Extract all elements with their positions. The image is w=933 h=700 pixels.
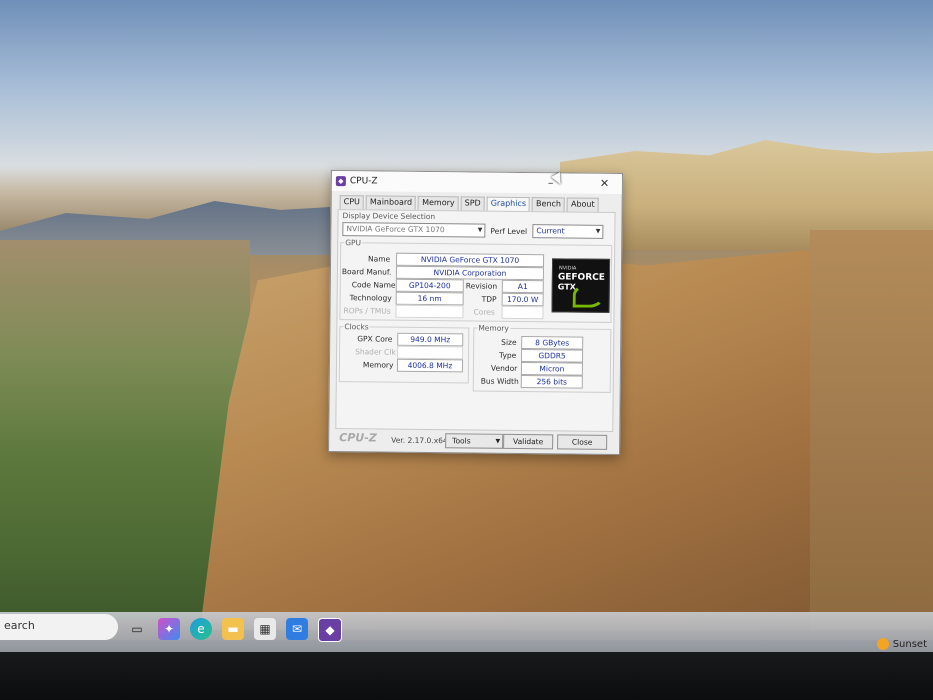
rops-tmus-value: [395, 304, 464, 319]
nvidia-geforce-gtx-logo: NVIDIA GEFORCE GTX: [551, 258, 611, 313]
rops-tmus-label: ROPs / TMUs: [343, 306, 391, 316]
tab-mainboard[interactable]: Mainboard: [365, 195, 417, 210]
tab-graphics[interactable]: Graphics: [486, 196, 531, 212]
edge-browser-icon[interactable]: e: [190, 618, 212, 640]
close-button[interactable]: Close: [557, 434, 608, 450]
chevron-down-icon: ▼: [477, 226, 483, 234]
sun-icon: [876, 638, 889, 650]
gpx-core-value: 949.0 MHz: [397, 332, 464, 347]
memory-section-label: Memory: [477, 323, 510, 333]
mem-vendor-value: Micron: [520, 362, 583, 376]
mail-icon[interactable]: ✉: [286, 618, 308, 640]
revision-label: Revision: [465, 281, 498, 291]
tab-bench[interactable]: Bench: [531, 197, 566, 212]
cpuz-window[interactable]: ◆ CPU-Z – ✕ CPU Mainboard Memory SPD Gra…: [328, 170, 623, 456]
tab-cpu[interactable]: CPU: [339, 195, 365, 210]
clock-memory-value: 4006.8 MHz: [396, 358, 464, 373]
mem-type-value: GDDR5: [520, 349, 584, 363]
shader-clk-value: [397, 345, 464, 360]
mem-type-label: Type: [499, 350, 517, 360]
board-manuf-label: Board Manuf.: [341, 267, 392, 277]
technology-label: Technology: [349, 293, 392, 303]
task-view-icon[interactable]: ▭: [126, 618, 148, 640]
graphics-panel: Display Device Selection NVIDIA GeForce …: [335, 209, 616, 432]
gpu-name-label: Name: [368, 254, 391, 264]
tdp-label: TDP: [481, 294, 497, 304]
window-title: CPU-Z: [349, 176, 378, 187]
chevron-down-icon: ▼: [495, 437, 501, 445]
taskbar-search[interactable]: earch: [0, 614, 118, 640]
validate-button[interactable]: Validate: [503, 433, 554, 450]
clocks-section-label: Clocks: [343, 322, 370, 332]
nvidia-swoosh-icon: [572, 283, 605, 308]
tab-about[interactable]: About: [566, 197, 599, 212]
weather-widget[interactable]: Sunset: [876, 638, 927, 650]
close-window-button[interactable]: ✕: [600, 177, 609, 190]
window-footer: CPU-Z Ver. 2.17.0.x64 Tools ▼ Validate Cl…: [335, 429, 611, 450]
store-icon[interactable]: ▦: [254, 618, 276, 640]
revision-value: A1: [501, 279, 544, 294]
shader-clk-label: Shader Clk: [355, 347, 396, 357]
display-device-label: Display Device Selection: [342, 211, 436, 222]
gpu-section-label: GPU: [344, 238, 363, 248]
tools-button[interactable]: Tools ▼: [445, 433, 504, 449]
technology-value: 16 nm: [395, 291, 464, 306]
version-text: Ver. 2.17.0.x64: [391, 435, 448, 446]
code-name-value: GP104-200: [395, 278, 464, 293]
mem-size-value: 8 GBytes: [521, 336, 584, 350]
cores-label: Cores: [473, 307, 495, 317]
wallpaper-bridge: [810, 230, 933, 630]
title-bar[interactable]: ◆ CPU-Z – ✕: [331, 171, 622, 195]
mem-size-label: Size: [501, 337, 517, 347]
taskbar: earch ▭ ✦ e ▬ ▦ ✉ ◆ Sunset: [0, 612, 933, 700]
cpuz-taskbar-icon[interactable]: ◆: [318, 618, 342, 642]
cores-value: [501, 305, 544, 320]
mem-vendor-label: Vendor: [490, 363, 518, 373]
monitor-bezel: [0, 652, 933, 700]
cpuz-app-icon: ◆: [335, 176, 346, 187]
file-explorer-icon[interactable]: ▬: [222, 618, 244, 640]
clock-memory-label: Memory: [362, 360, 394, 370]
tdp-value: 170.0 W: [501, 292, 544, 307]
cpuz-brand: CPU-Z: [339, 431, 377, 445]
perf-level-label: Perf Level: [490, 226, 528, 237]
chevron-down-icon: ▼: [595, 227, 601, 235]
copilot-icon[interactable]: ✦: [158, 618, 180, 640]
bus-width-label: Bus Width: [480, 376, 519, 386]
tab-memory[interactable]: Memory: [418, 195, 459, 211]
taskbar-icons: ▭ ✦ e ▬ ▦ ✉ ◆: [126, 618, 342, 642]
perf-level-select[interactable]: Current ▼: [532, 224, 604, 239]
gpx-core-label: GPX Core: [357, 334, 393, 344]
code-name-label: Code Name: [351, 280, 396, 290]
display-device-select[interactable]: NVIDIA GeForce GTX 1070 ▼: [342, 222, 486, 238]
tab-spd[interactable]: SPD: [460, 196, 485, 211]
bus-width-value: 256 bits: [520, 374, 583, 389]
